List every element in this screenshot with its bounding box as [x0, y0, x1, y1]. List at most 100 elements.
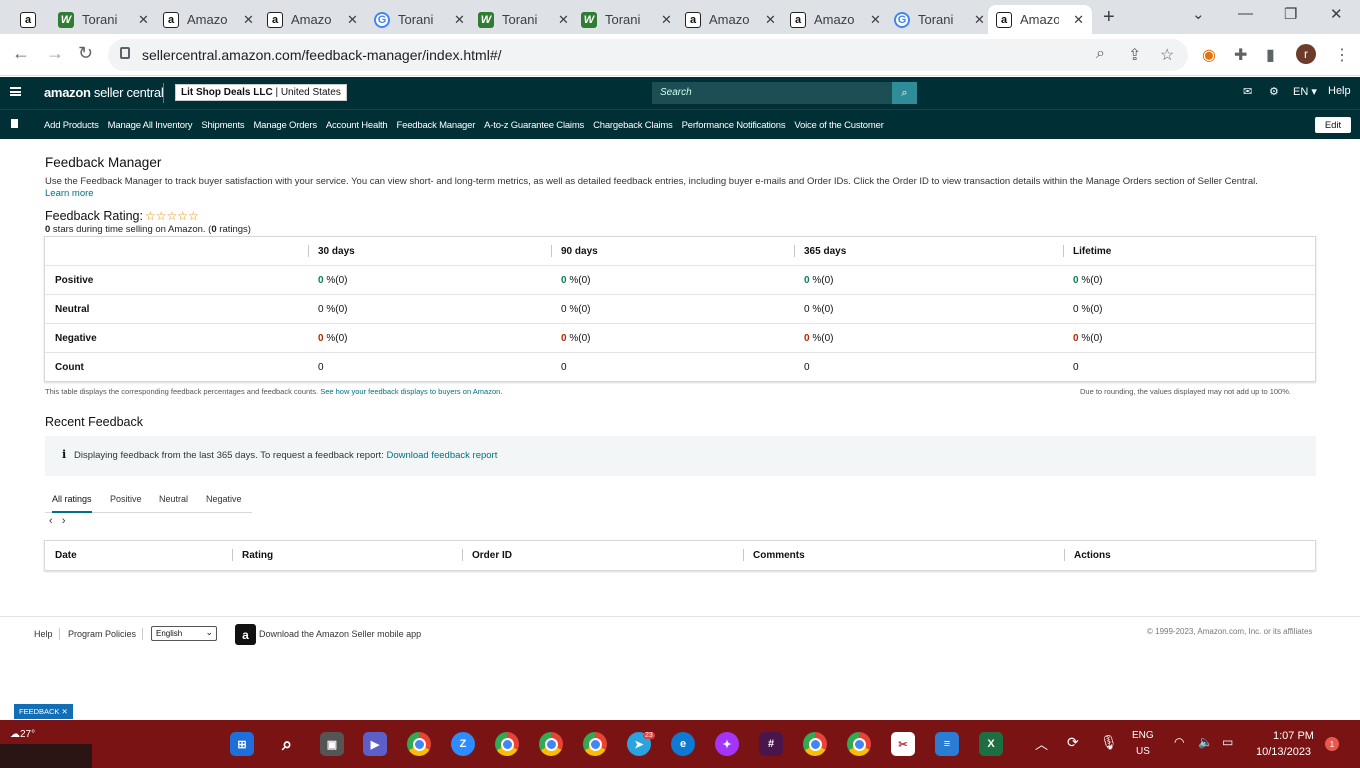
- restore-icon[interactable]: ❐: [1284, 5, 1297, 23]
- browser-tab[interactable]: a Amazo ✕: [782, 5, 889, 34]
- tab-negative[interactable]: Negative: [206, 494, 242, 504]
- feedback-tag-button[interactable]: FEEDBACK ✕: [14, 704, 73, 719]
- share-icon[interactable]: ⇪: [1128, 45, 1141, 65]
- browser-tab-active[interactable]: a Amazo ✕: [988, 5, 1092, 34]
- nav-performance-notifications[interactable]: Performance Notifications: [682, 120, 786, 131]
- mail-icon[interactable]: ✉: [1243, 85, 1252, 98]
- search-icon[interactable]: ⌕: [275, 732, 299, 756]
- tab-neutral[interactable]: Neutral: [159, 494, 188, 504]
- excel-icon[interactable]: X: [979, 732, 1003, 756]
- forward-icon[interactable]: →: [46, 43, 64, 64]
- volume-icon[interactable]: 🔈: [1198, 735, 1213, 749]
- extension-icon[interactable]: ◉: [1202, 45, 1216, 65]
- new-tab-icon[interactable]: +: [1103, 6, 1115, 29]
- zoom-app-icon[interactable]: Z: [451, 732, 475, 756]
- reload-icon[interactable]: ↻: [78, 43, 93, 64]
- mobile-app-link[interactable]: Download the Amazon Seller mobile app: [259, 629, 421, 639]
- search-button[interactable]: ⌕: [892, 82, 917, 104]
- wifi-icon[interactable]: ◠: [1174, 735, 1184, 749]
- edge-icon[interactable]: e: [671, 732, 695, 756]
- footer-help-link[interactable]: Help: [34, 629, 53, 639]
- chevron-right-icon[interactable]: ›: [62, 515, 66, 527]
- slack-icon[interactable]: #: [759, 732, 783, 756]
- sync-icon[interactable]: ⟳: [1067, 734, 1079, 751]
- bookmark-star-icon[interactable]: ☆: [1160, 45, 1174, 65]
- task-view-icon[interactable]: ▣: [320, 732, 344, 756]
- clock-time[interactable]: 1:07 PM: [1273, 730, 1314, 742]
- tab-positive[interactable]: Positive: [110, 494, 142, 504]
- nav-manage-orders[interactable]: Manage Orders: [253, 120, 317, 131]
- notepad-icon[interactable]: ≡: [935, 732, 959, 756]
- close-tab-icon[interactable]: ✕: [138, 12, 149, 28]
- browser-tab[interactable]: a: [12, 5, 52, 34]
- zoom-icon[interactable]: ⌕: [1096, 45, 1105, 63]
- kebab-menu-icon[interactable]: ⋮: [1334, 45, 1350, 65]
- clock-date[interactable]: 10/13/2023: [1256, 746, 1311, 758]
- nav-feedback-manager[interactable]: Feedback Manager: [397, 120, 476, 131]
- language-select[interactable]: English ⌄: [151, 626, 217, 641]
- extensions-puzzle-icon[interactable]: ✚: [1234, 45, 1247, 65]
- microphone-icon[interactable]: 🎙: [1100, 734, 1118, 751]
- language-selector[interactable]: EN ▾: [1293, 85, 1317, 98]
- teams-icon[interactable]: ▶: [363, 732, 387, 756]
- account-switcher[interactable]: Lit Shop Deals LLC | United States: [175, 84, 347, 101]
- buyer-display-link[interactable]: See how your feedback displays to buyers…: [320, 387, 502, 396]
- nav-voice-of-customer[interactable]: Voice of the Customer: [794, 120, 883, 131]
- browser-tab[interactable]: G Torani ✕: [366, 5, 473, 34]
- help-link[interactable]: Help: [1328, 85, 1351, 97]
- chrome-icon[interactable]: [583, 732, 607, 756]
- tab-all-ratings[interactable]: All ratings: [52, 494, 92, 513]
- snipping-tool-icon[interactable]: ✂: [891, 732, 915, 756]
- close-tab-icon[interactable]: ✕: [454, 12, 465, 28]
- close-tab-icon[interactable]: ✕: [558, 12, 569, 28]
- chevron-left-icon[interactable]: ‹: [49, 515, 53, 527]
- learn-more-link[interactable]: Learn more: [45, 188, 94, 199]
- nav-add-products[interactable]: Add Products: [44, 120, 99, 131]
- download-report-link[interactable]: Download feedback report: [386, 450, 497, 461]
- nav-manage-inventory[interactable]: Manage All Inventory: [108, 120, 193, 131]
- chrome-icon[interactable]: [539, 732, 563, 756]
- battery-icon[interactable]: ▭: [1222, 735, 1233, 749]
- side-panel-icon[interactable]: ▮: [1266, 45, 1275, 65]
- address-bar[interactable]: sellercentral.amazon.com/feedback-manage…: [108, 39, 1188, 71]
- messenger-icon[interactable]: ✦: [715, 732, 739, 756]
- browser-tab[interactable]: a Amazo ✕: [155, 5, 262, 34]
- chevron-up-icon[interactable]: ︿: [1035, 734, 1048, 753]
- notification-badge[interactable]: 1: [1325, 737, 1339, 751]
- chrome-icon[interactable]: [495, 732, 519, 756]
- lang-indicator[interactable]: ENG: [1132, 730, 1154, 741]
- close-tab-icon[interactable]: ✕: [765, 12, 776, 28]
- edit-nav-button[interactable]: Edit: [1315, 117, 1351, 133]
- back-icon[interactable]: ←: [12, 43, 30, 64]
- search-input[interactable]: Search: [652, 82, 892, 104]
- weather-widget[interactable]: ☁27°: [10, 729, 35, 740]
- minimize-icon[interactable]: —: [1238, 5, 1253, 22]
- windows-start-icon[interactable]: ⊞: [230, 732, 254, 756]
- close-tab-icon[interactable]: ✕: [243, 12, 254, 28]
- nav-a-to-z-claims[interactable]: A-to-z Guarantee Claims: [484, 120, 584, 131]
- tab-search-icon[interactable]: ⌄: [1192, 5, 1205, 23]
- gear-icon[interactable]: ⚙: [1269, 85, 1279, 98]
- browser-tab[interactable]: W Torani ✕: [50, 5, 157, 34]
- close-tab-icon[interactable]: ✕: [870, 12, 881, 28]
- nav-shipments[interactable]: Shipments: [201, 120, 244, 131]
- chrome-icon[interactable]: [407, 732, 431, 756]
- close-window-icon[interactable]: ✕: [1330, 5, 1343, 23]
- profile-avatar[interactable]: r: [1296, 44, 1316, 64]
- chrome-icon[interactable]: [803, 732, 827, 756]
- nav-chargeback-claims[interactable]: Chargeback Claims: [593, 120, 673, 131]
- close-tab-icon[interactable]: ✕: [661, 12, 672, 28]
- browser-tab[interactable]: W Torani ✕: [573, 5, 680, 34]
- seller-central-logo[interactable]: amazon seller central: [44, 85, 164, 100]
- bookmark-icon[interactable]: [11, 119, 18, 128]
- browser-tab[interactable]: a Amazo ✕: [259, 5, 366, 34]
- browser-tab[interactable]: W Torani ✕: [470, 5, 577, 34]
- close-tab-icon[interactable]: ✕: [974, 12, 985, 28]
- chrome-icon[interactable]: [847, 732, 871, 756]
- hamburger-menu-icon[interactable]: [10, 87, 21, 96]
- close-tab-icon[interactable]: ✕: [1073, 12, 1084, 28]
- close-tab-icon[interactable]: ✕: [347, 12, 358, 28]
- browser-tab[interactable]: G Torani ✕: [886, 5, 993, 34]
- browser-tab[interactable]: a Amazo ✕: [677, 5, 784, 34]
- nav-account-health[interactable]: Account Health: [326, 120, 388, 131]
